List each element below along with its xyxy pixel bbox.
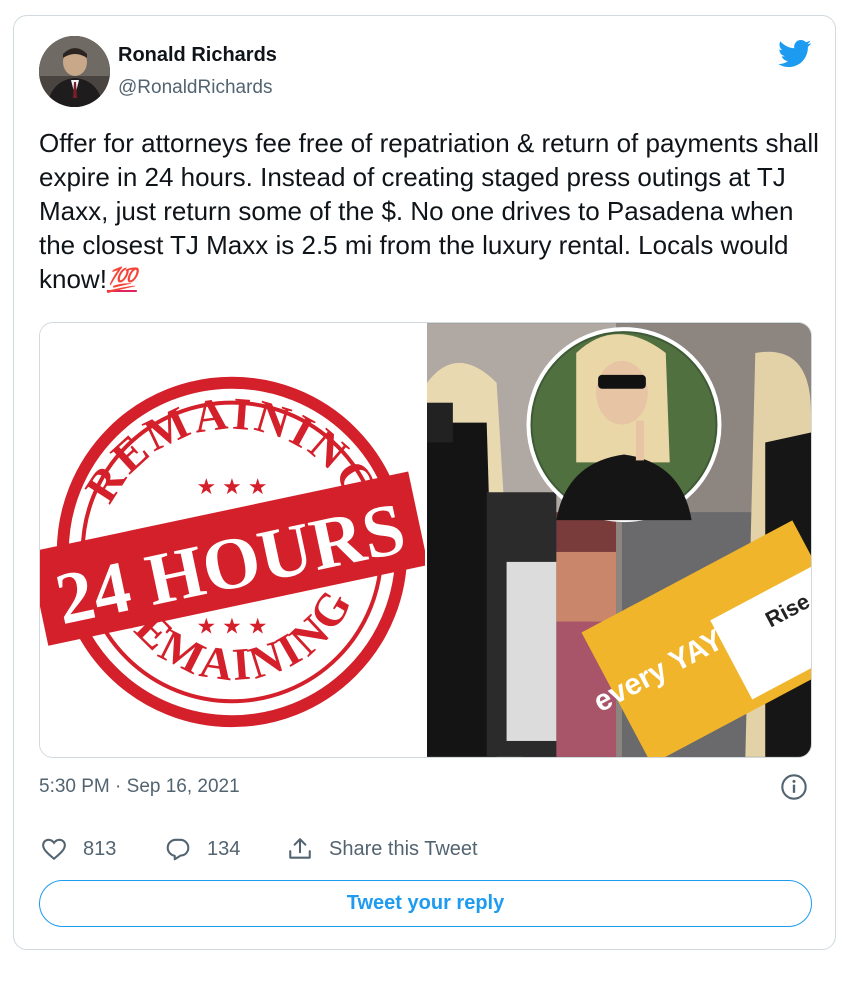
tweet-actions: 813 134 Share this Tweet <box>39 834 819 864</box>
author-name[interactable]: Ronald Richards <box>118 44 277 67</box>
hundred-points-emoji: 💯 <box>106 267 137 294</box>
tweet-your-reply-button[interactable]: Tweet your reply <box>39 880 812 927</box>
stamp-graphic: REMAINING REMAINING ★ ★ ★ ★ ★ ★ 24 HOURS <box>40 376 425 728</box>
tweet-media[interactable]: REMAINING REMAINING ★ ★ ★ ★ ★ ★ 24 HOURS <box>39 322 812 758</box>
stars-top: ★ ★ ★ <box>197 474 268 499</box>
author-handle[interactable]: @RonaldRichards <box>118 77 272 99</box>
reply-bubble-icon <box>166 838 190 861</box>
reply-count: 134 <box>207 837 241 860</box>
share-label: Share this Tweet <box>329 837 478 860</box>
author-avatar[interactable] <box>39 36 110 107</box>
tweet-text: Offer for attorneys fee free of repatria… <box>39 126 819 298</box>
countdown-stamp-image[interactable]: REMAINING REMAINING ★ ★ ★ ★ ★ ★ 24 HOURS <box>40 323 425 757</box>
photo-collage-image[interactable]: every YAY Rise <box>425 323 811 757</box>
reply-button[interactable]: 134 <box>165 834 240 864</box>
tweet-card: Ronald Richards @RonaldRichards Offer fo… <box>13 15 836 950</box>
heart-icon <box>42 838 66 861</box>
stars-bottom: ★ ★ ★ <box>197 614 268 639</box>
like-count: 813 <box>83 837 117 860</box>
info-icon[interactable] <box>780 773 808 801</box>
tweet-timestamp[interactable]: 5:30 PM · Sep 16, 2021 <box>39 776 240 798</box>
tweet-body: Offer for attorneys fee free of repatria… <box>39 128 819 294</box>
twitter-bird-icon[interactable] <box>778 40 812 68</box>
share-icon <box>289 838 311 859</box>
like-button[interactable]: 813 <box>41 834 116 864</box>
share-button[interactable]: Share this Tweet <box>287 834 478 864</box>
